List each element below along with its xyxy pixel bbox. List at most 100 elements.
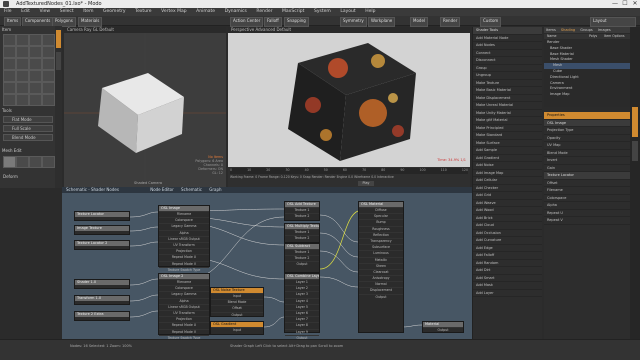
menu-animate[interactable]: Animate <box>192 8 219 16</box>
toolbar-custom-button[interactable]: Custom <box>480 17 502 27</box>
rotate-tool-icon[interactable] <box>29 34 42 46</box>
property-row[interactable]: UV Map <box>544 142 630 150</box>
display-side-tab[interactable] <box>632 141 638 161</box>
shader-tool-row[interactable]: Add Brick <box>473 215 542 222</box>
shader-tool-row[interactable]: Disconnect <box>473 57 542 65</box>
node-title[interactable]: Transform 1.0 <box>75 296 129 301</box>
edge-extend-tool-icon[interactable] <box>3 82 16 94</box>
cylinder-tool-icon[interactable] <box>29 46 42 58</box>
shader-tool-row[interactable]: Make Displacement <box>473 95 542 102</box>
sphere-tool-icon[interactable] <box>16 46 29 58</box>
menu-layout[interactable]: Layout <box>336 8 359 16</box>
property-row[interactable]: Filename <box>544 187 630 195</box>
menu-vertex-map[interactable]: Vertex Map <box>157 8 190 16</box>
list-item[interactable]: Image Map <box>544 92 630 98</box>
node-title[interactable]: Shader 1.0 <box>75 280 129 285</box>
shader-tool-row[interactable]: Add Cloud <box>473 222 542 230</box>
node-title[interactable]: OSL Combine Layers <box>285 274 319 279</box>
node-editor[interactable]: Schematic - Shader Nodes Node Editor Sch… <box>62 187 472 346</box>
torus-tool-icon[interactable] <box>3 58 16 70</box>
toolbar-action-center-button[interactable]: Action Center <box>230 17 264 27</box>
move-tool-icon[interactable] <box>16 34 29 46</box>
toolbar-workplane-button[interactable]: Workplane <box>368 17 396 27</box>
shader-tool-row[interactable]: Add Smart <box>473 275 542 282</box>
shader-tool-row[interactable]: Ungroup <box>473 72 542 80</box>
node-material-output[interactable]: Material Output <box>422 321 464 333</box>
property-row[interactable]: Repeat V <box>544 217 630 225</box>
toolbar-symmetry-button[interactable]: Symmetry <box>340 17 367 27</box>
menu-geometry[interactable]: Geometry <box>99 8 129 16</box>
shader-tool-row[interactable]: Make Unity Material <box>473 110 542 117</box>
shader-tool-row[interactable]: Add Falloff <box>473 252 542 260</box>
node-transform[interactable]: Transform 1.0 <box>74 295 130 305</box>
shader-tool-row[interactable]: Make Principled <box>473 125 542 132</box>
tab-shading[interactable]: Shading <box>559 28 577 32</box>
property-row[interactable]: Opacity <box>544 135 630 142</box>
play-button[interactable]: Play <box>358 181 374 186</box>
menu-edit[interactable]: Edit <box>17 8 34 16</box>
toolbar-materials-button[interactable]: Materials <box>78 17 103 27</box>
shader-tool-row[interactable]: Add Material Node <box>473 35 542 42</box>
flat-mode-button[interactable]: Flat Mode <box>3 116 53 123</box>
shader-tool-row[interactable]: Make Unreal Material <box>473 102 542 110</box>
cube-tool-icon[interactable] <box>3 46 16 58</box>
properties-section[interactable]: Texture Locator <box>544 172 630 180</box>
left-side-tabs[interactable] <box>55 26 62 188</box>
select-tool-icon[interactable] <box>3 34 16 46</box>
node-image-texture[interactable]: Image Texture <box>74 225 130 235</box>
node-title[interactable]: OSL Add Texture <box>285 202 319 207</box>
node-osl-subtract[interactable]: OSL Subtract Texture 1 Texture 2 Output <box>284 243 320 273</box>
menu-render[interactable]: Render <box>252 8 276 16</box>
shader-tool-row[interactable]: Add Grid <box>473 192 542 200</box>
full-scale-button[interactable]: Full Scale <box>3 125 53 132</box>
push-tool-icon[interactable] <box>42 82 55 94</box>
shading-side-tab[interactable] <box>632 107 638 137</box>
perspective-viewport[interactable]: Perspective Advanced Default Time: 34.9%… <box>228 27 470 167</box>
plane-tool-icon[interactable] <box>29 58 42 70</box>
right-side-tabs[interactable] <box>630 27 640 339</box>
model-side-tab[interactable] <box>56 30 61 48</box>
node-title[interactable]: OSL Multiply Texture <box>285 224 319 229</box>
shader-tool-row[interactable]: Add Occlusion <box>473 230 542 237</box>
thicken-tool-icon[interactable] <box>16 82 29 94</box>
paint-side-tab[interactable] <box>56 52 61 70</box>
menu-system[interactable]: System <box>310 8 335 16</box>
toolbar-render-button[interactable]: Render <box>440 17 461 27</box>
shader-tool-row[interactable]: Add Random <box>473 260 542 267</box>
node-osl-material[interactable]: OSL Material Diffuse Specular Bump Rough… <box>358 201 404 333</box>
blend-mode-button[interactable]: Blend Mode <box>3 134 53 141</box>
tab-items[interactable]: Items <box>544 28 558 32</box>
scale-tool-icon[interactable] <box>42 34 55 46</box>
timeline-ruler[interactable]: 0 10 20 30 40 50 60 70 80 90 100 110 120 <box>230 168 468 174</box>
clone-tool-icon[interactable] <box>42 156 55 168</box>
node-title[interactable]: Texture 2 Extra <box>75 312 129 317</box>
shader-tool-row[interactable]: Make Standard <box>473 132 542 140</box>
property-row[interactable]: Gain <box>544 165 630 172</box>
tab-groups[interactable]: Groups <box>578 28 594 32</box>
node-shader[interactable]: Shader 1.0 <box>74 279 130 289</box>
eraser-tool-icon[interactable] <box>16 156 29 168</box>
node-texture-locator[interactable]: Texture Locator <box>74 211 130 221</box>
smudge-tool-icon[interactable] <box>29 156 42 168</box>
node-texture-locator-2[interactable]: Texture Locator 2 <box>74 240 130 250</box>
menu-select[interactable]: Select <box>56 8 78 16</box>
property-row[interactable]: Blend Mode <box>544 150 630 157</box>
node-osl-noise-texture[interactable]: OSL Noise Texture Input Blend Mode Offse… <box>210 287 264 317</box>
shader-tool-row[interactable]: Add Nodes <box>473 42 542 50</box>
menu-maxscript[interactable]: MaxScript <box>278 8 308 16</box>
shader-tool-row[interactable]: Make gltf Material <box>473 117 542 125</box>
bevel-tool-icon[interactable] <box>3 70 16 82</box>
shader-tool-row[interactable]: Make Basic Material <box>473 87 542 95</box>
minimize-button[interactable]: — <box>610 0 620 8</box>
shader-tool-row[interactable]: Connect <box>473 50 542 57</box>
jitter-tool-icon[interactable] <box>42 94 55 106</box>
property-row[interactable]: Offset <box>544 180 630 187</box>
taper-tool-icon[interactable] <box>29 94 42 106</box>
menu-dynamics[interactable]: Dynamics <box>221 8 251 16</box>
property-row[interactable]: Projection Type <box>544 127 630 135</box>
toolbar-snapping-button[interactable]: Snapping <box>284 17 309 27</box>
timeline-panel[interactable]: 0 10 20 30 40 50 60 70 80 90 100 110 120 Working Fra… <box>228 167 470 187</box>
property-row[interactable]: Repeat U <box>544 210 630 217</box>
tab-images[interactable]: Images <box>596 28 613 32</box>
shader-tool-row[interactable]: Make Texture <box>473 80 542 87</box>
